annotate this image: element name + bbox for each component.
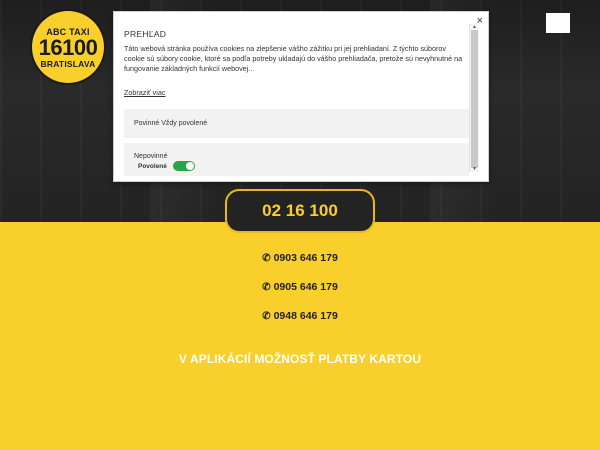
phone-link-2[interactable]: ✆ 0905 646 179 [0,281,600,293]
logo-line-3: BRATISLAVA [40,59,96,69]
hamburger-menu-icon[interactable] [546,13,570,33]
modal-scrollbar[interactable]: ▲ ▼ [469,24,479,172]
logo[interactable]: ABC TAXI 16100 BRATISLAVA [32,11,104,83]
optional-cookies-toggle[interactable] [172,161,195,171]
phone-icon: ✆ [262,282,271,293]
category-name: Povinné [134,120,160,127]
show-more-link[interactable]: Zobraziť viac [124,88,165,97]
category-status: Vždy povolené [161,120,208,127]
logo-line-2: 16100 [38,35,98,60]
cookie-modal-title: PREHĽAD [124,29,167,39]
phone-icon: ✆ [262,253,271,264]
phone-link-1[interactable]: ✆ 0903 646 179 [0,252,600,264]
cookie-category-necessary[interactable]: Povinné Vždy povolené [124,109,469,138]
phone-number: 0905 646 179 [273,281,338,293]
cookie-category-optional[interactable]: Nepovinné Povolené [124,143,469,176]
phone-number: 0948 646 179 [273,310,338,322]
phone-icon: ✆ [262,311,271,322]
category-status: Povolené [138,162,167,170]
cookie-consent-modal: × PREHĽAD Táto webová stránka používa co… [113,11,489,182]
scrollbar-thumb[interactable] [471,30,478,168]
card-payment-promo: V APLIKÁCIÍ MOŽNOSŤ PLATBY KARTOU [178,352,422,366]
category-name: Nepovinné [134,153,168,160]
cookie-modal-text: Táto webová stránka používa cookies na z… [124,44,463,74]
main-phone-button[interactable]: 02 16 100 [225,189,375,233]
scroll-down-arrow-icon[interactable]: ▼ [470,166,479,172]
phone-link-3[interactable]: ✆ 0948 646 179 [0,310,600,322]
main-phone-number: 02 16 100 [262,201,338,220]
phone-number: 0903 646 179 [273,252,338,264]
